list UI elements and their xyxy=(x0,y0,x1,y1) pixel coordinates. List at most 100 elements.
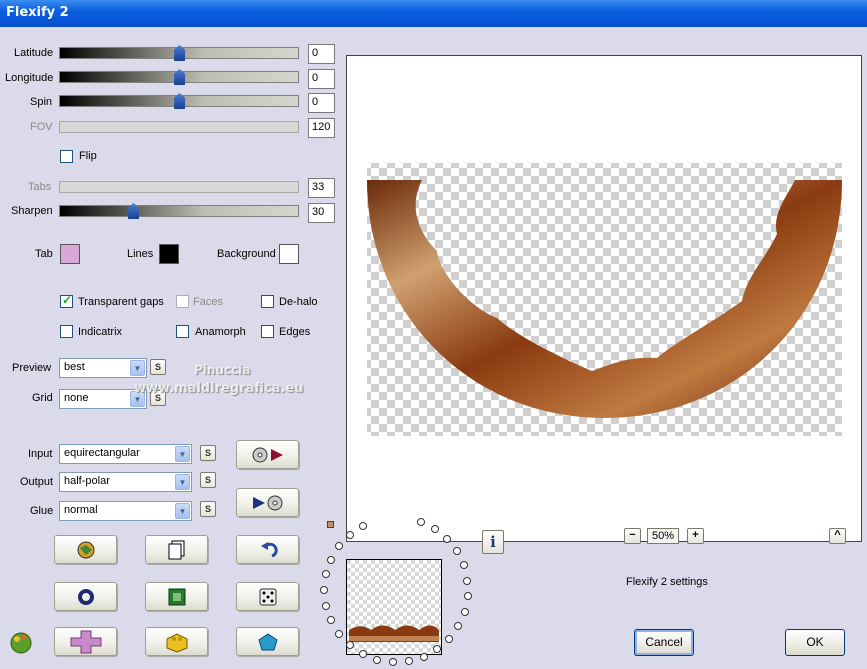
output-select-value: half-polar xyxy=(64,475,110,487)
zoom-out-button[interactable]: − xyxy=(624,528,641,544)
anamorph-checkbox[interactable] xyxy=(176,325,189,338)
cancel-button[interactable]: Cancel xyxy=(634,629,694,656)
dehalo-checkbox[interactable] xyxy=(261,295,274,308)
glue-select[interactable]: normal ▼ xyxy=(59,501,192,521)
dial-dot[interactable] xyxy=(334,629,343,638)
dial-dot[interactable] xyxy=(345,530,354,539)
preview-image xyxy=(367,163,842,436)
dial-handle[interactable] xyxy=(327,521,334,528)
dial-dot[interactable] xyxy=(463,592,472,601)
zoom-level: 50% xyxy=(647,528,679,544)
cross-button[interactable] xyxy=(54,627,117,656)
load-preset-button[interactable] xyxy=(236,440,299,469)
dial-dot[interactable] xyxy=(345,641,354,650)
chevron-down-icon: ▼ xyxy=(175,446,190,462)
preview-select-value: best xyxy=(64,361,85,373)
randomize-colors-button[interactable] xyxy=(54,535,117,564)
lines-color-swatch[interactable] xyxy=(159,244,179,264)
random-button[interactable] xyxy=(236,582,299,611)
dial-dot[interactable] xyxy=(459,561,468,570)
preview-s-button[interactable]: S xyxy=(150,359,166,375)
dice-icon xyxy=(259,588,276,605)
chevron-down-icon: ▼ xyxy=(130,360,145,376)
edges-label: Edges xyxy=(279,326,311,338)
indicatrix-checkbox[interactable] xyxy=(60,325,73,338)
latitude-value[interactable]: 0 xyxy=(308,44,335,64)
dial-dot[interactable] xyxy=(334,542,343,551)
save-preset-button[interactable] xyxy=(236,488,299,517)
spin-slider-thumb[interactable] xyxy=(174,93,185,109)
dial-dot[interactable] xyxy=(445,634,454,643)
globe-icon xyxy=(77,541,94,558)
dial-dot[interactable] xyxy=(320,586,328,594)
tabs-label: Tabs xyxy=(28,181,52,193)
longitude-value[interactable]: 0 xyxy=(308,69,335,89)
dial-dot[interactable] xyxy=(321,570,330,579)
dial-dot[interactable] xyxy=(358,649,367,658)
ok-button[interactable]: OK xyxy=(785,629,845,656)
dial-dot[interactable] xyxy=(452,547,461,556)
input-select[interactable]: equirectangular ▼ xyxy=(59,444,192,464)
lines-color-label: Lines xyxy=(127,248,154,260)
sharpen-slider-thumb[interactable] xyxy=(128,203,139,219)
undo-button[interactable] xyxy=(236,535,299,564)
output-s-button[interactable]: S xyxy=(200,472,216,488)
sharpen-slider[interactable] xyxy=(59,203,299,219)
preview-label: Preview xyxy=(12,362,52,374)
dial-dot[interactable] xyxy=(321,601,330,610)
grid-select-value: none xyxy=(64,392,89,404)
background-color-swatch[interactable] xyxy=(279,244,299,264)
flip-checkbox[interactable] xyxy=(60,150,73,163)
ring-button[interactable] xyxy=(54,582,117,611)
pentagon-button[interactable] xyxy=(236,627,299,656)
dial-dot[interactable] xyxy=(460,607,469,616)
dial-dot[interactable] xyxy=(388,657,397,666)
info-button[interactable]: i xyxy=(482,530,504,554)
transparent-gaps-checkbox[interactable]: ✓ xyxy=(60,293,73,308)
dial-dot[interactable] xyxy=(326,555,335,564)
checkmark-icon: ✓ xyxy=(62,293,73,307)
app-logo-icon xyxy=(10,632,32,654)
square-button[interactable] xyxy=(145,582,208,611)
dial-dot[interactable] xyxy=(419,652,428,661)
edges-checkbox[interactable] xyxy=(261,325,274,338)
dial-dot[interactable] xyxy=(373,655,382,664)
dial-dot[interactable] xyxy=(463,576,472,585)
input-s-button[interactable]: S xyxy=(200,445,216,461)
cross-icon xyxy=(70,630,101,653)
grid-label: Grid xyxy=(32,392,53,404)
sharpen-label: Sharpen xyxy=(11,205,53,217)
preview-select[interactable]: best ▼ xyxy=(59,358,147,378)
collapse-button[interactable]: ^ xyxy=(829,528,846,544)
glue-label: Glue xyxy=(30,505,54,517)
tabs-value: 33 xyxy=(308,178,335,198)
fov-label: FOV xyxy=(30,121,53,133)
dial-dot[interactable] xyxy=(358,522,367,531)
zoom-in-button[interactable]: + xyxy=(687,528,704,544)
preview-canvas[interactable] xyxy=(346,55,862,542)
latitude-slider[interactable] xyxy=(59,45,299,61)
dial-dot[interactable] xyxy=(454,622,463,630)
dial-dot[interactable] xyxy=(416,518,425,527)
sharpen-value[interactable]: 30 xyxy=(308,203,335,223)
spin-label: Spin xyxy=(30,96,53,108)
latitude-slider-thumb[interactable] xyxy=(174,45,185,61)
title-bar: Flexify 2 xyxy=(0,0,867,27)
dehalo-label: De-halo xyxy=(279,296,318,308)
thumbnail-preview[interactable] xyxy=(346,559,442,655)
dial-dot[interactable] xyxy=(326,616,335,625)
indicatrix-label: Indicatrix xyxy=(78,326,123,338)
spin-slider[interactable] xyxy=(59,93,299,109)
settings-label: Flexify 2 settings xyxy=(626,576,708,588)
glue-s-button[interactable]: S xyxy=(200,501,216,517)
dial-dot[interactable] xyxy=(404,656,413,665)
tab-color-swatch[interactable] xyxy=(60,244,80,264)
cube-button[interactable] xyxy=(145,627,208,656)
copy-button[interactable] xyxy=(145,535,208,564)
longitude-slider-thumb[interactable] xyxy=(174,69,185,85)
spin-value[interactable]: 0 xyxy=(308,93,335,113)
longitude-slider[interactable] xyxy=(59,69,299,85)
output-select[interactable]: half-polar ▼ xyxy=(59,472,192,492)
dial-dot[interactable] xyxy=(430,525,439,534)
dial-dot[interactable] xyxy=(442,535,451,544)
